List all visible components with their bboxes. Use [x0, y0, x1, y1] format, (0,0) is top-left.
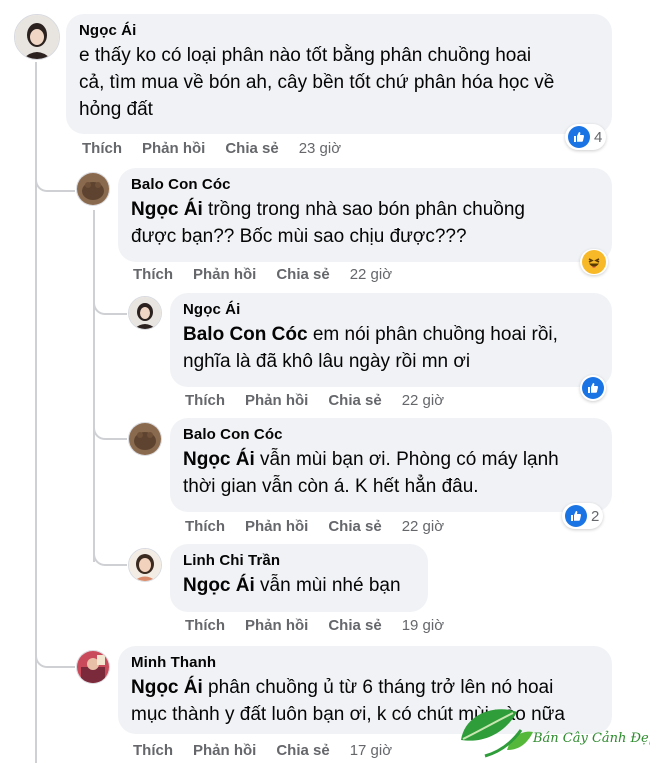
leaf-logo-icon [461, 709, 533, 758]
like-button[interactable]: Thích [82, 140, 122, 157]
comment-text: Ngọc Ái trồng trong nhà sao bón phân chu… [131, 199, 525, 247]
mention-link[interactable]: Ngọc Ái [131, 199, 203, 220]
watermark-logo: Bán Cây Cảnh Đẹp [455, 700, 650, 760]
thread-line-nested [93, 210, 95, 562]
comment-author[interactable]: Linh Chi Trần [183, 552, 415, 569]
avatar-photo-icon [129, 297, 161, 329]
watermark-text: Bán Cây Cảnh Đẹp [533, 731, 650, 746]
comment-bubble: Linh Chi Trần Ngọc Ái vẫn mùi nhé bạn [170, 544, 428, 612]
reaction-count: 2 [591, 507, 600, 525]
avatar[interactable] [76, 172, 110, 206]
reaction-summary[interactable] [580, 375, 606, 401]
reply-button[interactable]: Phản hồi [193, 742, 256, 759]
comment-author[interactable]: Balo Con Cóc [183, 426, 599, 443]
avatar[interactable] [76, 650, 110, 684]
comment-author[interactable]: Ngọc Ái [183, 301, 599, 318]
comment-text: e thấy ko có loại phân nào tốt bằng phân… [79, 45, 555, 120]
reaction-summary[interactable]: 4 [565, 124, 607, 150]
like-button[interactable]: Thích [133, 266, 173, 283]
thread-curve-reply-1 [35, 158, 75, 192]
comment-author[interactable]: Ngọc Ái [79, 22, 599, 39]
comment-actions: Thích Phản hồi Chia sẻ 17 giờ [133, 742, 412, 759]
comment-text: Ngọc Ái vẫn mùi nhé bạn [183, 575, 401, 596]
like-button[interactable]: Thích [185, 617, 225, 634]
comment-actions: Thích Phản hồi Chia sẻ 19 giờ [185, 617, 464, 634]
like-icon [568, 126, 590, 148]
haha-icon [582, 250, 606, 274]
timestamp[interactable]: 22 giờ [402, 518, 444, 535]
comment-author[interactable]: Balo Con Cóc [131, 176, 599, 193]
avatar[interactable] [128, 422, 162, 456]
reply-button[interactable]: Phản hồi [245, 392, 308, 409]
thread-curve-nested-3 [93, 536, 127, 566]
share-button[interactable]: Chia sẻ [225, 140, 278, 157]
comment-actions: Thích Phản hồi Chia sẻ 22 giờ [133, 266, 412, 283]
avatar-photo-icon [15, 15, 59, 59]
comment-actions: Thích Phản hồi Chia sẻ 23 giờ [82, 140, 361, 157]
avatar[interactable] [14, 14, 60, 60]
comment-actions: Thích Phản hồi Chia sẻ 22 giờ [185, 518, 464, 535]
mention-link[interactable]: Ngọc Ái [183, 575, 255, 596]
avatar-photo-icon [77, 173, 109, 205]
reaction-summary[interactable] [580, 249, 608, 275]
timestamp[interactable]: 22 giờ [350, 266, 392, 283]
comment-actions: Thích Phản hồi Chia sẻ 22 giờ [185, 392, 464, 409]
like-button[interactable]: Thích [133, 742, 173, 759]
mention-link[interactable]: Ngọc Ái [131, 677, 203, 698]
avatar-photo-icon [77, 651, 109, 683]
thread-curve-nested-1 [93, 285, 127, 315]
comment-author[interactable]: Minh Thanh [131, 654, 599, 671]
thread-curve-nested-2 [93, 410, 127, 440]
timestamp[interactable]: 23 giờ [299, 140, 341, 157]
comment-bubble: Balo Con Cóc Ngọc Ái trồng trong nhà sao… [118, 168, 612, 262]
avatar-photo-icon [129, 423, 161, 455]
avatar-photo-icon [129, 549, 161, 581]
share-button[interactable]: Chia sẻ [328, 617, 381, 634]
reply-button[interactable]: Phản hồi [193, 266, 256, 283]
mention-link[interactable]: Balo Con Cóc [183, 324, 308, 345]
share-button[interactable]: Chia sẻ [276, 266, 329, 283]
comment-text: Balo Con Cóc em nói phân chuồng hoai rồi… [183, 324, 558, 372]
reply-button[interactable]: Phản hồi [142, 140, 205, 157]
reply-button[interactable]: Phản hồi [245, 617, 308, 634]
like-button[interactable]: Thích [185, 518, 225, 535]
thread-curve-reply-2 [35, 636, 75, 668]
avatar[interactable] [128, 548, 162, 582]
timestamp[interactable]: 17 giờ [350, 742, 392, 759]
timestamp[interactable]: 22 giờ [402, 392, 444, 409]
reaction-count: 4 [594, 128, 603, 146]
like-icon [565, 505, 587, 527]
avatar[interactable] [128, 296, 162, 330]
mention-link[interactable]: Ngọc Ái [183, 449, 255, 470]
share-button[interactable]: Chia sẻ [328, 392, 381, 409]
reply-button[interactable]: Phản hồi [245, 518, 308, 535]
comment-bubble: Ngọc Ái e thấy ko có loại phân nào tốt b… [66, 14, 612, 134]
reaction-summary[interactable]: 2 [562, 503, 604, 529]
like-icon [582, 377, 604, 399]
comment-bubble: Ngọc Ái Balo Con Cóc em nói phân chuồng … [170, 293, 612, 387]
share-button[interactable]: Chia sẻ [328, 518, 381, 535]
timestamp[interactable]: 19 giờ [402, 617, 444, 634]
share-button[interactable]: Chia sẻ [276, 742, 329, 759]
comment-bubble: Balo Con Cóc Ngọc Ái vẫn mùi bạn ơi. Phò… [170, 418, 612, 512]
like-button[interactable]: Thích [185, 392, 225, 409]
comment-text: Ngọc Ái vẫn mùi bạn ơi. Phòng có máy lạn… [183, 449, 559, 497]
